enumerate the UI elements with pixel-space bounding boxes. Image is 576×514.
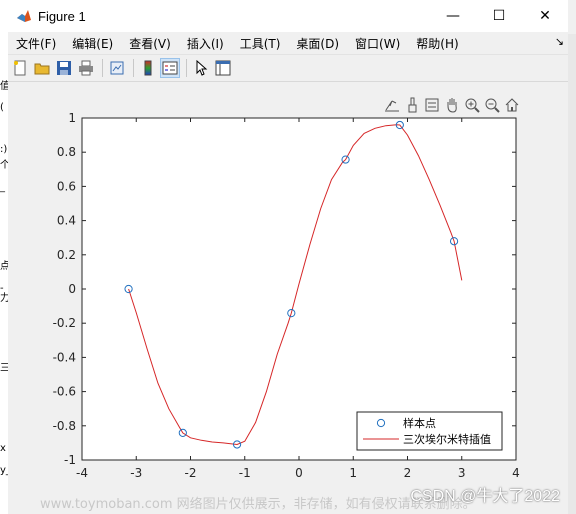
background-editor-edge — [568, 34, 576, 514]
link-plot-icon[interactable] — [107, 58, 127, 78]
figure-toolbar — [8, 54, 568, 82]
menu-file[interactable]: 文件(F) — [8, 35, 64, 52]
title-bar: Figure 1 — ☐ ✕ — [8, 0, 568, 32]
menu-window[interactable]: 窗口(W) — [347, 35, 408, 52]
editor-text: :) — [0, 144, 8, 155]
figure-window: Figure 1 — ☐ ✕ 文件(F) 编辑(E) 查看(V) 插入(I) 工… — [8, 0, 568, 514]
export-icon[interactable] — [382, 96, 402, 114]
property-editor-icon[interactable] — [213, 58, 233, 78]
matlab-logo-icon — [16, 8, 32, 24]
pan-icon[interactable] — [442, 96, 462, 114]
menu-help[interactable]: 帮助(H) — [408, 35, 466, 52]
menu-insert[interactable]: 插入(I) — [179, 35, 232, 52]
dock-arrow-icon[interactable]: ↘ — [555, 35, 564, 48]
insert-legend-icon[interactable] — [160, 58, 180, 78]
open-file-icon[interactable] — [32, 58, 52, 78]
menu-edit[interactable]: 编辑(E) — [64, 35, 121, 52]
brush-icon[interactable] — [402, 96, 422, 114]
minimize-button[interactable]: — — [430, 0, 476, 32]
toolbar-separator — [186, 59, 187, 77]
toolbar-separator — [102, 59, 103, 77]
data-tips-icon[interactable] — [422, 96, 442, 114]
editor-text: _ — [0, 182, 5, 193]
insert-colorbar-icon[interactable] — [138, 58, 158, 78]
axes-toolbar — [382, 96, 522, 114]
editor-text: ( — [0, 102, 4, 113]
editor-text: x — [0, 443, 6, 454]
save-icon[interactable] — [54, 58, 74, 78]
print-icon[interactable] — [76, 58, 96, 78]
home-icon[interactable] — [502, 96, 522, 114]
menu-desktop[interactable]: 桌面(D) — [288, 35, 347, 52]
menu-view[interactable]: 查看(V) — [121, 35, 179, 52]
zoom-out-icon[interactable] — [482, 96, 502, 114]
close-button[interactable]: ✕ — [522, 0, 568, 32]
csdn-credit: CSDN @牛大了2022 — [410, 488, 560, 505]
window-title: Figure 1 — [38, 8, 86, 24]
new-figure-icon[interactable] — [10, 58, 30, 78]
edit-plot-icon[interactable] — [191, 58, 211, 78]
maximize-button[interactable]: ☐ — [476, 0, 522, 32]
toolbar-separator — [133, 59, 134, 77]
menu-tools[interactable]: 工具(T) — [232, 35, 289, 52]
zoom-in-icon[interactable] — [462, 96, 482, 114]
menu-bar: 文件(F) 编辑(E) 查看(V) 插入(I) 工具(T) 桌面(D) 窗口(W… — [8, 32, 568, 54]
